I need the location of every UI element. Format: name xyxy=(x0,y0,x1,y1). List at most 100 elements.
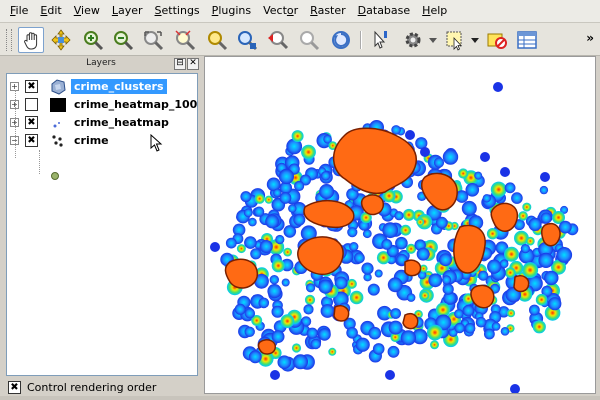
identify-icon[interactable] xyxy=(368,27,394,53)
menu-view[interactable]: View xyxy=(68,0,106,22)
layer-name[interactable]: crime_clusters xyxy=(71,79,167,94)
heat-point xyxy=(362,229,372,239)
heat-point xyxy=(558,220,572,234)
layers-panel-title: Layers xyxy=(86,58,116,68)
heat-point xyxy=(427,324,443,341)
layer-name[interactable]: crime_heatmap_100 xyxy=(71,97,200,112)
heat-point xyxy=(368,326,382,340)
point-layer-icon xyxy=(49,132,67,150)
rendering-order-label: Control rendering order xyxy=(27,380,157,394)
zoom-full-icon[interactable] xyxy=(140,27,166,53)
toolbar-overflow-icon[interactable]: » xyxy=(586,31,594,45)
layer-visibility-checkbox[interactable]: ✖ xyxy=(25,116,38,129)
heat-point xyxy=(548,297,562,311)
layer-name[interactable]: crime_heatmap xyxy=(71,115,172,130)
heat-point xyxy=(283,247,292,257)
zoom-in-icon[interactable] xyxy=(80,27,106,53)
heat-point xyxy=(278,168,294,185)
heat-point xyxy=(381,239,393,250)
menu-vector[interactable]: Vector xyxy=(257,0,304,22)
layer-visibility-checkbox[interactable] xyxy=(25,98,38,111)
menu-raster[interactable]: Raster xyxy=(304,0,351,22)
crime-cluster-polygon xyxy=(404,259,422,277)
layer-row-crime[interactable]: − ✖ crime xyxy=(7,132,197,150)
zoom-native-icon[interactable] xyxy=(234,27,260,53)
map-canvas[interactable] xyxy=(204,56,596,394)
heat-point xyxy=(461,200,477,216)
heat-point xyxy=(273,188,282,198)
heat-point xyxy=(510,384,520,393)
crime-cluster-polygon xyxy=(402,313,419,330)
menu-plugins[interactable]: Plugins xyxy=(206,0,257,22)
heat-point xyxy=(347,227,358,238)
heat-point xyxy=(435,216,448,229)
heat-point xyxy=(518,211,528,221)
menu-bar: File Edit View Layer Settings Plugins Ve… xyxy=(0,0,600,23)
refresh-icon[interactable] xyxy=(328,27,354,53)
menu-edit[interactable]: Edit xyxy=(34,0,67,22)
layer-row-crime-heatmap[interactable]: + ✖ crime_heatmap xyxy=(7,114,197,132)
pan-to-selection-icon[interactable] xyxy=(48,27,74,53)
layer-row-crime-heatmap-100[interactable]: + crime_heatmap_100 xyxy=(7,96,197,114)
pan-icon[interactable] xyxy=(18,27,44,53)
heat-point xyxy=(394,211,404,221)
heatmap-rendering[interactable] xyxy=(205,57,596,394)
heat-point xyxy=(439,253,452,267)
menu-plugins-rest: lugins xyxy=(218,4,252,17)
zoom-next-icon[interactable] xyxy=(296,27,322,53)
toolbar-separator xyxy=(360,31,362,49)
control-rendering-order[interactable]: ✖ Control rendering order xyxy=(8,380,156,394)
menu-file[interactable]: File xyxy=(0,0,34,22)
heat-point xyxy=(271,305,284,318)
heat-point xyxy=(265,214,279,229)
float-panel-button[interactable]: ⊟ xyxy=(174,58,186,70)
layer-tree[interactable]: + ✖ crime_clusters + crime_heatmap_100 +… xyxy=(6,73,198,376)
heat-point xyxy=(354,252,365,264)
attribute-table-icon[interactable] xyxy=(514,27,540,53)
heat-point xyxy=(480,152,490,162)
heat-point xyxy=(361,262,374,275)
heat-point xyxy=(428,273,443,288)
zoom-out-icon[interactable] xyxy=(110,27,136,53)
menu-layer[interactable]: Layer xyxy=(106,0,149,22)
heat-point xyxy=(248,217,257,227)
heat-point xyxy=(475,316,487,328)
zoom-to-selection-icon[interactable] xyxy=(172,27,198,53)
menu-database[interactable]: Database xyxy=(352,0,417,22)
heat-point xyxy=(346,327,358,339)
deselect-icon[interactable] xyxy=(484,27,510,53)
heat-point xyxy=(236,244,246,254)
select-icon[interactable] xyxy=(442,27,468,53)
heat-point xyxy=(525,236,535,246)
heat-point xyxy=(416,247,430,261)
menu-settings[interactable]: Settings xyxy=(149,0,206,22)
heat-point xyxy=(277,355,292,370)
heat-point xyxy=(280,314,295,328)
zoom-to-layer-icon[interactable] xyxy=(204,27,230,53)
heat-point xyxy=(504,182,516,194)
toolbar-grip[interactable] xyxy=(6,29,12,51)
close-panel-button[interactable]: ✕ xyxy=(187,58,199,70)
layer-name[interactable]: crime xyxy=(71,133,112,148)
heat-point xyxy=(385,370,395,380)
rendering-order-checkbox[interactable]: ✖ xyxy=(8,380,21,394)
menu-view-rest: iew xyxy=(81,4,100,17)
zoom-last-icon[interactable] xyxy=(264,27,290,53)
menu-view-accel: V xyxy=(73,4,82,17)
heat-point xyxy=(538,252,554,268)
heat-point xyxy=(484,328,495,340)
heat-point xyxy=(271,259,285,273)
layer-visibility-checkbox[interactable]: ✖ xyxy=(25,80,38,93)
crime-cluster-polygon xyxy=(303,200,355,229)
heat-point xyxy=(478,270,489,281)
heat-point xyxy=(306,283,316,293)
menu-help[interactable]: Help xyxy=(416,0,453,22)
menu-vector-accel: o xyxy=(286,4,294,17)
heat-point xyxy=(269,275,279,285)
heat-point xyxy=(264,195,273,204)
action-icon[interactable] xyxy=(400,27,426,53)
crime-cluster-polygon xyxy=(513,275,530,293)
layer-visibility-checkbox[interactable]: ✖ xyxy=(25,134,38,147)
heat-point xyxy=(390,308,401,319)
layer-row-crime-clusters[interactable]: + ✖ crime_clusters xyxy=(7,78,197,96)
